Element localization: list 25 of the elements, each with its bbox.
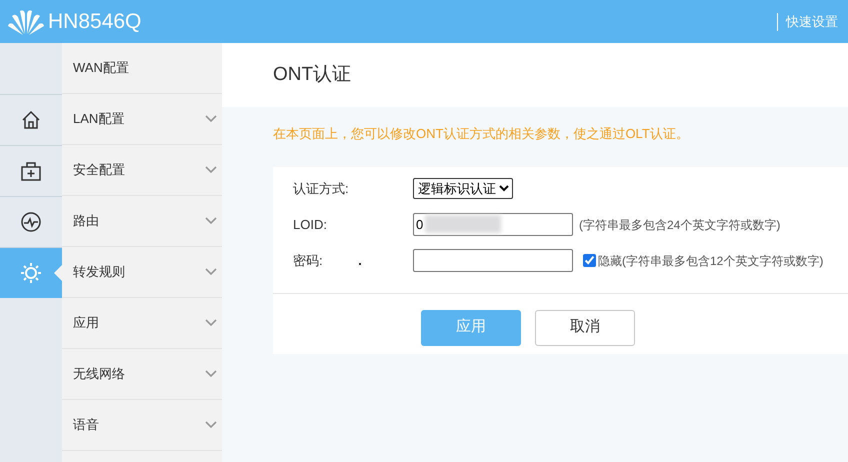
menu-item[interactable]: 语音 [62, 400, 222, 451]
menu-item[interactable]: 无线网络 [62, 349, 222, 400]
first-aid-kit-icon [20, 160, 42, 182]
notice-text: 在本页面上，您可以修改ONT认证方式的相关参数，使之通过OLT认证。 [272, 125, 690, 143]
pulse-icon [20, 211, 42, 233]
page-title: ONT认证 [273, 62, 352, 87]
settings-icon [20, 262, 42, 284]
menu-item[interactable]: 应用 [62, 298, 222, 349]
menu-item[interactable]: LAN配置 [62, 94, 222, 145]
hide-checkbox[interactable] [583, 254, 596, 267]
home-icon [20, 109, 42, 131]
cancel-button[interactable]: 取消 [535, 310, 635, 346]
field-label: 密码: [293, 252, 324, 270]
menu-item[interactable]: 路由 [62, 196, 222, 247]
password-field[interactable] [413, 249, 573, 272]
field-hint: (字符串最多包含24个英文字符或数字) [579, 216, 780, 234]
dot-mark [359, 262, 361, 264]
menu-item[interactable]: 转发规则 [62, 247, 222, 298]
fan-logo-icon [6, 8, 46, 36]
field-label: LOID: [293, 216, 328, 234]
device-name: HN8546Q [48, 8, 142, 35]
field-label: 认证方式: [293, 180, 350, 198]
menu-item[interactable]: 安全配置 [62, 145, 222, 196]
hide-label: 隐藏(字符串最多包含12个英文字符或数字) [598, 252, 824, 270]
auth-mode-dropdown[interactable]: 逻辑标识认证 [413, 178, 513, 199]
